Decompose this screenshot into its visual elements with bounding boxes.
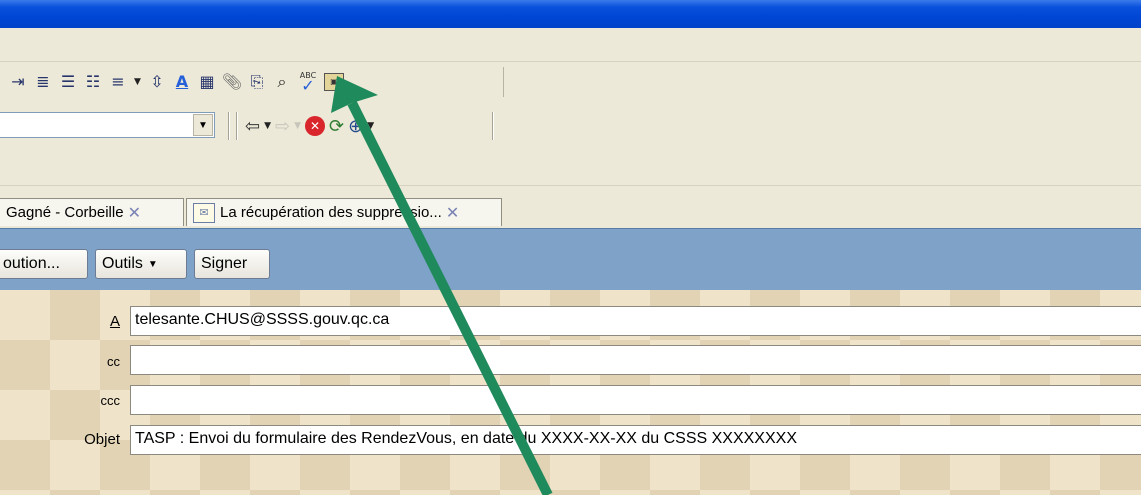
close-icon[interactable]: ✕: [446, 203, 459, 222]
distribution-label: oution...: [3, 255, 60, 272]
navigation-toolbar: ▼ ⇦ ▼ ⇨ ▼ ✕ ⟳ ⊕ ▼: [0, 104, 1141, 144]
refresh-icon[interactable]: ⟳: [329, 116, 344, 137]
bcc-label: ccc: [100, 393, 121, 408]
image-icon[interactable]: ▣: [324, 73, 344, 91]
to-label: A: [109, 313, 120, 330]
tab-label: La récupération des suppressio...: [220, 204, 442, 221]
sign-button[interactable]: Signer: [194, 249, 270, 279]
line-spacing-icon[interactable]: ⇳: [147, 72, 167, 92]
tab-bar: Gagné - Corbeille ✕ ✉ La récupération de…: [0, 186, 1141, 228]
insert-file-icon[interactable]: ⎘: [247, 72, 267, 92]
table-icon[interactable]: ▦: [197, 72, 217, 92]
indent-icon[interactable]: ⇥: [8, 72, 28, 92]
tab-label: Gagné - Corbeille: [6, 204, 124, 221]
spell-check-icon[interactable]: ABC ✓: [297, 72, 319, 94]
address-combobox[interactable]: ▼: [0, 112, 215, 138]
find-icon[interactable]: ⌕: [272, 72, 292, 92]
zoom-dropdown-icon[interactable]: ▼: [367, 121, 374, 131]
tools-label: Outils: [102, 255, 143, 272]
back-dropdown-icon[interactable]: ▼: [264, 121, 271, 131]
subject-label: Objet: [84, 431, 120, 448]
toolbar-separator: [492, 112, 494, 140]
menu-bar: [0, 28, 1141, 62]
toolbar-separator: [236, 112, 238, 140]
stop-icon[interactable]: ✕: [305, 116, 326, 136]
distribution-button[interactable]: oution...: [0, 249, 88, 279]
align-dropdown-icon[interactable]: ▼: [133, 72, 142, 92]
back-icon[interactable]: ⇦: [245, 116, 260, 137]
chevron-down-icon[interactable]: ▼: [193, 114, 213, 136]
to-field[interactable]: telesante.CHUS@SSSS.gouv.qc.ca: [130, 306, 1141, 336]
window-title-bar: [0, 0, 1141, 28]
message-icon: ✉: [193, 202, 215, 223]
align-icon[interactable]: ≡: [108, 72, 128, 92]
forward-dropdown-icon[interactable]: ▼: [294, 121, 301, 131]
bcc-field[interactable]: [130, 385, 1141, 415]
chevron-down-icon: ▼: [147, 258, 158, 270]
numbering-icon[interactable]: ☷: [83, 72, 103, 92]
font-color-icon[interactable]: A: [172, 72, 192, 92]
tab-trash[interactable]: Gagné - Corbeille ✕: [0, 198, 184, 226]
forward-icon[interactable]: ⇨: [275, 116, 290, 137]
compose-action-bar: oution... Outils ▼ Signer: [0, 228, 1141, 290]
sign-label: Signer: [201, 255, 248, 272]
decrease-indent-icon[interactable]: ≣: [33, 72, 53, 92]
zoom-icon[interactable]: ⊕: [348, 116, 363, 137]
tab-recovery[interactable]: ✉ La récupération des suppressio... ✕: [186, 198, 502, 226]
cc-field[interactable]: [130, 345, 1141, 375]
compose-header: A telesante.CHUS@SSSS.gouv.qc.ca cc ccc …: [0, 290, 1141, 495]
close-icon[interactable]: ✕: [128, 203, 141, 222]
tools-button[interactable]: Outils ▼: [95, 249, 187, 279]
bullets-icon[interactable]: ☰: [58, 72, 78, 92]
cc-label: cc: [107, 354, 120, 369]
subject-field[interactable]: TASP : Envoi du formulaire des RendezVou…: [130, 425, 1141, 455]
empty-toolbar: [0, 144, 1141, 186]
attach-icon[interactable]: 📎︎: [222, 72, 242, 92]
format-toolbar: ⇥ ≣ ☰ ☷ ≡ ▼ ⇳ A ▦ 📎︎ ⎘ ⌕ ABC ✓ ▣: [0, 62, 1141, 104]
toolbar-separator: [228, 112, 230, 140]
